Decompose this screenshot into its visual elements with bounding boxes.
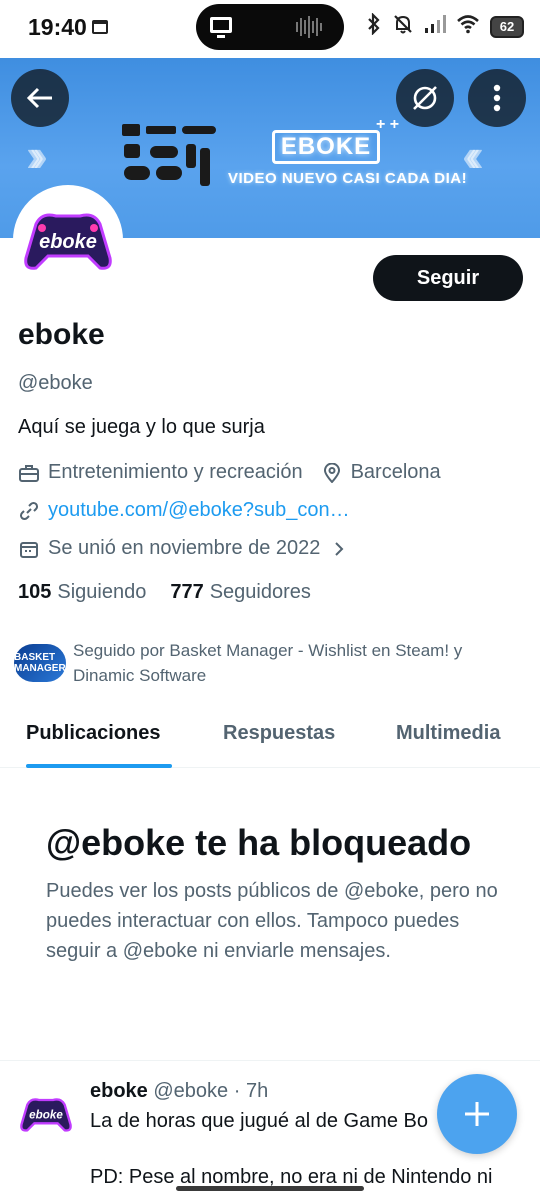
profile-tabs: Publicaciones Respuestas Multimedia <box>0 708 540 768</box>
post-header: eboke @eboke · 7h <box>90 1080 268 1103</box>
mute-bell-icon <box>392 13 414 41</box>
hide-profile-button[interactable] <box>396 69 454 127</box>
post-author-name: eboke <box>90 1080 148 1102</box>
blocked-title: @eboke te ha bloqueado <box>46 822 472 863</box>
banner-brand-logo: EBOKE <box>272 130 380 164</box>
home-indicator[interactable] <box>176 1186 364 1191</box>
followers-label: Seguidores <box>209 581 311 603</box>
screen-record-pill[interactable] <box>196 4 344 50</box>
hide-icon <box>413 86 437 110</box>
tab-multimedia[interactable]: Multimedia <box>396 722 500 745</box>
chevron-decoration-left: ››› <box>26 129 48 181</box>
post-author-handle: @eboke <box>153 1080 229 1102</box>
post-author-avatar[interactable]: eboke <box>18 1086 74 1142</box>
wifi-icon <box>456 14 480 40</box>
follow-stats: 105 Siguiendo 777 Seguidores <box>18 581 311 604</box>
post-avatar-logo-text: eboke <box>29 1109 63 1122</box>
battery-indicator: 62 <box>490 16 524 38</box>
followed-by-avatar: BASKET MANAGER <box>14 644 66 682</box>
blocked-message: Puedes ver los posts públicos de @eboke,… <box>46 880 498 962</box>
follow-button[interactable]: Seguir <box>373 255 523 301</box>
profile-category: Entretenimiento y recreación <box>48 461 303 483</box>
back-arrow-icon <box>26 87 52 109</box>
profile-bio: Aquí se juega y lo que surja <box>18 416 265 438</box>
bluetooth-icon <box>366 12 382 41</box>
profile-website-row[interactable]: youtube.com/@eboke?sub_con… <box>18 499 350 522</box>
profile-website-link[interactable]: youtube.com/@eboke?sub_con… <box>48 499 350 522</box>
compose-plus-icon <box>465 1102 489 1126</box>
followed-by-text: Seguido por Basket Manager - Wishlist en… <box>73 641 463 685</box>
tab-respuestas[interactable]: Respuestas <box>223 722 335 745</box>
calendar-icon <box>18 538 40 560</box>
profile-joined-date: Se unió en noviembre de 2022 <box>48 537 321 559</box>
profile-avatar[interactable]: eboke <box>13 185 123 295</box>
following-count: 105 <box>18 581 52 603</box>
calendar-notification-icon <box>92 20 108 34</box>
compose-post-button[interactable] <box>437 1074 517 1154</box>
monitor-icon <box>210 17 232 38</box>
banner-tagline: VIDEO NUEVO CASI CADA DIA! <box>228 170 468 187</box>
chevron-right-icon <box>328 538 350 560</box>
sparkle-icon: + + <box>376 116 400 133</box>
briefcase-icon <box>18 462 40 484</box>
following-label: Siguiendo <box>57 581 147 603</box>
profile-name: eboke <box>18 318 105 351</box>
post-text[interactable]: La de horas que jugué al de Game Bo <box>90 1110 428 1133</box>
game-controllers-illustration <box>122 124 216 186</box>
status-time: 19:40 <box>28 14 87 40</box>
eboke-logo-icon: eboke <box>24 213 112 270</box>
followers-stat[interactable]: 777 Seguidores <box>170 581 311 604</box>
followed-by-row[interactable]: BASKET MANAGER Seguido por Basket Manage… <box>14 638 524 688</box>
profile-meta-category-location: Entretenimiento y recreación Barcelona <box>18 461 441 484</box>
following-stat[interactable]: 105 Siguiendo <box>18 581 146 604</box>
location-pin-icon <box>321 462 343 484</box>
post-time: · 7h <box>233 1080 269 1102</box>
status-icons: 62 <box>366 12 524 41</box>
link-icon <box>18 500 40 522</box>
section-divider <box>0 1060 540 1061</box>
profile-joined-row[interactable]: Se unió en noviembre de 2022 <box>18 537 358 560</box>
profile-handle: @eboke <box>18 372 93 394</box>
profile-location: Barcelona <box>350 461 441 483</box>
audio-bars-icon <box>296 16 328 38</box>
active-tab-indicator <box>26 764 172 768</box>
more-vertical-icon <box>493 84 501 112</box>
tab-publicaciones[interactable]: Publicaciones <box>26 722 161 745</box>
signal-icon <box>424 14 446 40</box>
status-bar: 19:40 62 <box>0 0 540 58</box>
avatar-logo-text: eboke <box>39 231 97 253</box>
more-options-button[interactable] <box>468 69 526 127</box>
eboke-logo-icon: eboke <box>20 1098 72 1132</box>
followers-count: 777 <box>170 581 204 603</box>
back-button[interactable] <box>11 69 69 127</box>
